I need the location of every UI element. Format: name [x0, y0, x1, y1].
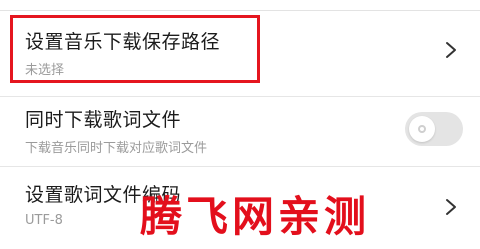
- toggle-off-indicator-icon: [418, 125, 426, 133]
- toggle-knob: [409, 116, 435, 142]
- top-strip: [0, 0, 480, 11]
- chevron-right-icon: [446, 42, 456, 58]
- highlight-box: [10, 15, 260, 83]
- setting-download-lyrics-description: 下载音乐同时下载对应歌词文件: [25, 141, 208, 156]
- chevron-right-icon: [446, 199, 456, 215]
- setting-download-lyrics: 同时下载歌词文件 下载音乐同时下载对应歌词文件: [0, 97, 480, 166]
- download-lyrics-toggle[interactable]: [405, 112, 463, 146]
- setting-lyrics-encoding-value: UTF-8: [25, 213, 63, 228]
- watermark-text: 腾飞网亲测: [140, 192, 371, 241]
- setting-download-lyrics-title: 同时下载歌词文件: [25, 109, 182, 131]
